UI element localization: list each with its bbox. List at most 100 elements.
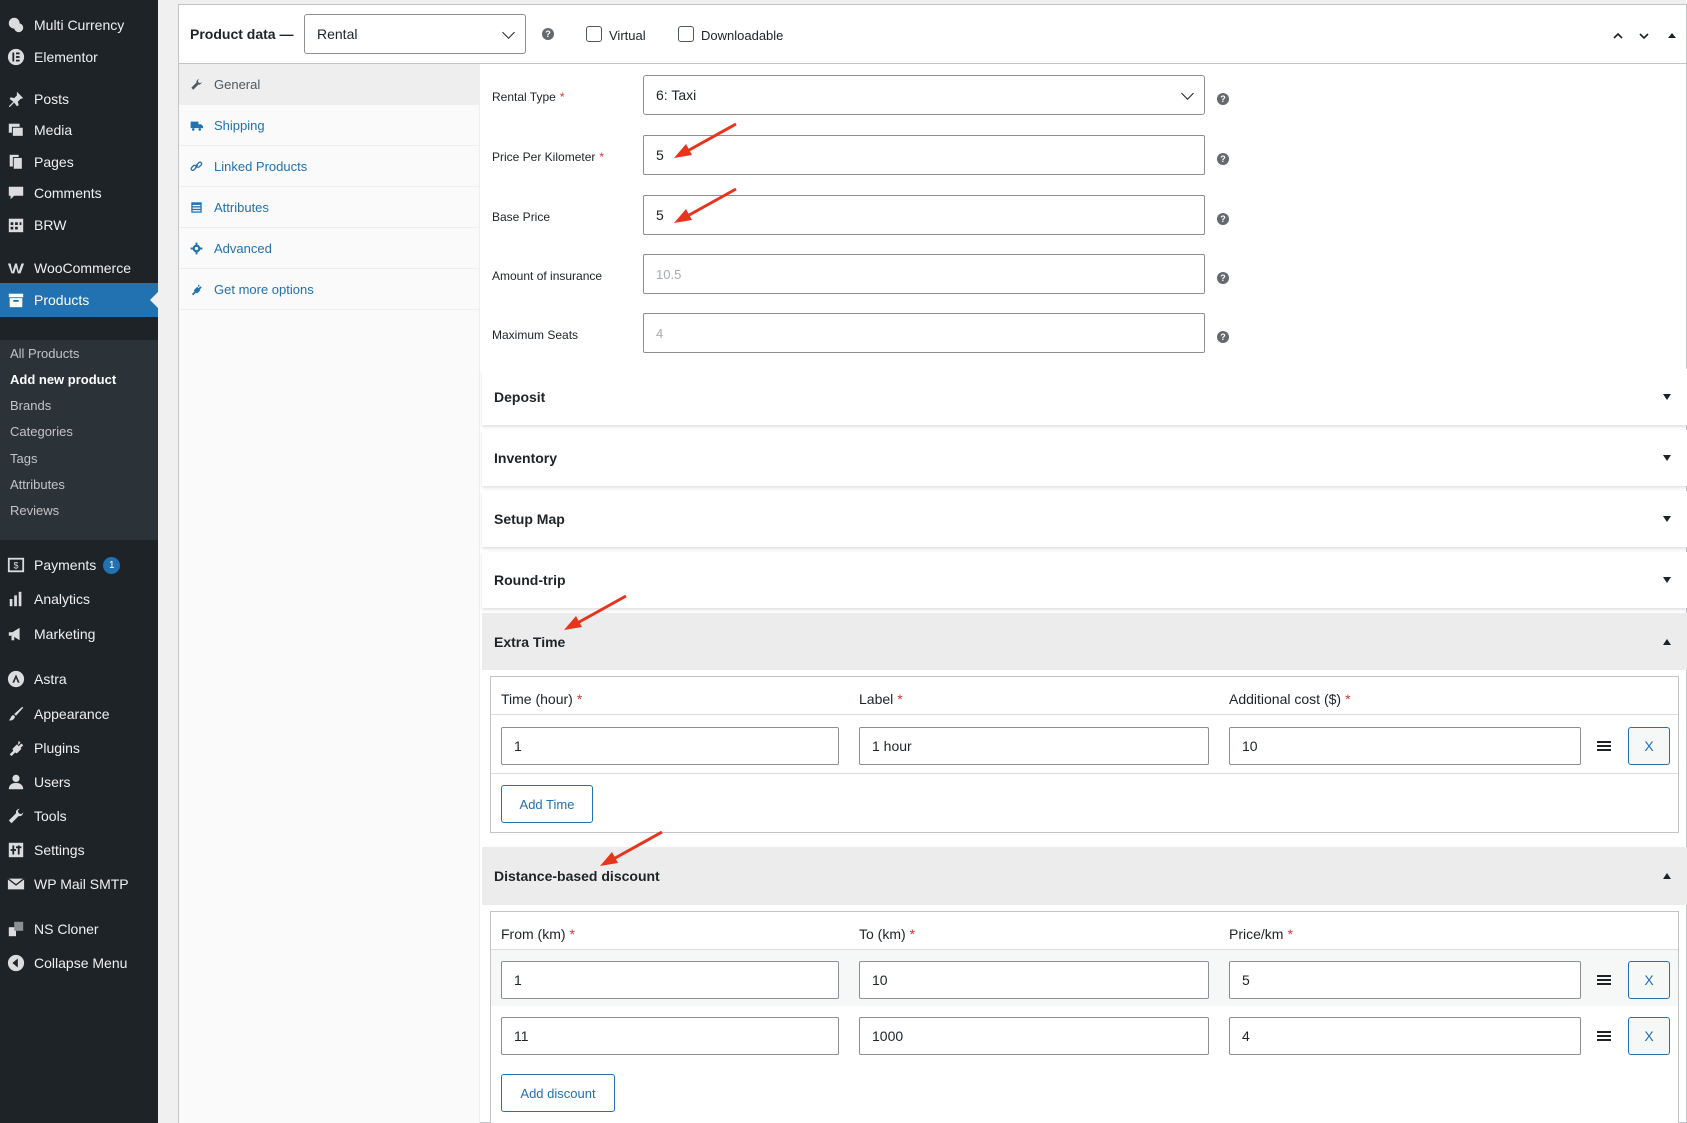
move-up-icon[interactable] [1613, 31, 1623, 41]
menu-ns-cloner[interactable]: NS Cloner [0, 912, 158, 946]
section-extra-time[interactable]: Extra Time [482, 613, 1687, 670]
tab-shipping[interactable]: Shipping [179, 105, 480, 146]
menu-comments[interactable]: Comments [0, 176, 158, 210]
section-setup-map[interactable]: Setup Map [482, 491, 1687, 547]
additional-cost-input[interactable]: 10 [1229, 727, 1581, 765]
menu-payments[interactable]: $ Payments 1 [0, 548, 158, 582]
price-km-input[interactable]: 4 [1229, 1017, 1581, 1055]
move-down-icon[interactable] [1639, 31, 1649, 41]
menu-label: Astra [34, 671, 67, 687]
tab-label: Get more options [214, 281, 314, 297]
menu-wp-mail-smtp[interactable]: WP Mail SMTP [0, 867, 158, 901]
drag-handle-icon[interactable] [1597, 975, 1611, 985]
caret-down-icon [1663, 394, 1671, 400]
comments-icon [6, 183, 26, 203]
user-icon [6, 772, 26, 792]
menu-analytics[interactable]: Analytics [0, 582, 158, 616]
from-km-input[interactable]: 11 [501, 1017, 839, 1055]
downloadable-checkbox[interactable] [678, 26, 694, 42]
submenu-categories[interactable]: Categories [10, 424, 73, 439]
col-header-text: To (km) [859, 926, 906, 942]
menu-media[interactable]: Media [0, 113, 158, 147]
add-discount-button[interactable]: Add discount [501, 1074, 615, 1112]
caret-down-icon [1663, 455, 1671, 461]
menu-collapse[interactable]: Collapse Menu [0, 946, 158, 980]
menu-marketing[interactable]: Marketing [0, 617, 158, 651]
virtual-label: Virtual [609, 28, 646, 43]
chevron-down-icon [1181, 87, 1194, 100]
menu-posts[interactable]: Posts [0, 82, 158, 116]
menu-brw[interactable]: BRW [0, 208, 158, 242]
wrench-icon [6, 806, 26, 826]
submenu-add-new-product[interactable]: Add new product [10, 372, 116, 387]
menu-plugins[interactable]: Plugins [0, 731, 158, 765]
section-title: Setup Map [494, 511, 565, 527]
payments-icon: $ [6, 555, 26, 575]
downloadable-label: Downloadable [701, 28, 784, 43]
menu-products[interactable]: Products [0, 283, 158, 317]
submenu-tags[interactable]: Tags [10, 451, 37, 466]
section-inventory[interactable]: Inventory [482, 430, 1687, 486]
menu-users[interactable]: Users [0, 765, 158, 799]
virtual-checkbox[interactable] [586, 26, 602, 42]
pin-icon [6, 89, 26, 109]
base-price-input[interactable]: 5 [643, 195, 1205, 235]
col-header-text: Price/km [1229, 926, 1284, 942]
tab-attributes[interactable]: Attributes [179, 187, 480, 228]
from-km-input[interactable]: 1 [501, 961, 839, 999]
submenu-all-products[interactable]: All Products [10, 346, 79, 361]
menu-woocommerce[interactable]: WooCommerce [0, 251, 158, 285]
col-header-time: Time (hour) * [501, 691, 582, 707]
insurance-label: Amount of insurance [492, 269, 603, 283]
elementor-icon [6, 47, 26, 67]
caret-down-icon [1663, 577, 1671, 583]
remove-row-button[interactable]: X [1628, 961, 1670, 999]
tab-get-more-options[interactable]: Get more options [179, 269, 480, 310]
menu-label: Multi Currency [34, 17, 125, 33]
help-icon: ? [1217, 93, 1229, 105]
tab-advanced[interactable]: Advanced [179, 228, 480, 269]
product-type-select[interactable]: Rental [304, 14, 526, 54]
submenu-reviews[interactable]: Reviews [10, 503, 59, 518]
astra-icon [6, 669, 26, 689]
tab-general[interactable]: General [179, 64, 480, 105]
add-time-button[interactable]: Add Time [501, 785, 593, 823]
cloner-icon [6, 919, 26, 939]
remove-row-button[interactable]: X [1628, 1017, 1670, 1055]
menu-pages[interactable]: Pages [0, 145, 158, 179]
rental-type-select[interactable]: 6: Taxi [643, 75, 1205, 115]
price-per-km-input[interactable]: 5 [643, 135, 1205, 175]
label-input[interactable]: 1 hour [859, 727, 1209, 765]
toggle-panel-icon[interactable] [1667, 31, 1677, 41]
submenu-attributes[interactable]: Attributes [10, 477, 65, 492]
menu-astra[interactable]: Astra [0, 662, 158, 696]
help-icon: ? [542, 28, 554, 40]
gear-icon [190, 242, 204, 255]
insurance-input[interactable]: 10.5 [643, 254, 1205, 294]
menu-elementor[interactable]: Elementor [0, 40, 158, 74]
max-seats-input[interactable]: 4 [643, 313, 1205, 353]
to-km-input[interactable]: 1000 [859, 1017, 1209, 1055]
time-input[interactable]: 1 [501, 727, 839, 765]
col-header-additional-cost: Additional cost ($) * [1229, 691, 1351, 707]
tab-linked-products[interactable]: Linked Products [179, 146, 480, 187]
link-icon [190, 160, 204, 173]
menu-tools[interactable]: Tools [0, 799, 158, 833]
menu-label: WooCommerce [34, 260, 131, 276]
table-icon [190, 201, 204, 214]
menu-settings[interactable]: Settings [0, 833, 158, 867]
to-km-input[interactable]: 10 [859, 961, 1209, 999]
section-round-trip[interactable]: Round-trip [482, 552, 1687, 608]
price-km-input[interactable]: 5 [1229, 961, 1581, 999]
section-distance-discount[interactable]: Distance-based discount [482, 847, 1687, 905]
drag-handle-icon[interactable] [1597, 741, 1611, 751]
section-deposit[interactable]: Deposit [482, 369, 1687, 425]
submenu-brands[interactable]: Brands [10, 398, 51, 413]
remove-row-button[interactable]: X [1628, 727, 1670, 765]
menu-appearance[interactable]: Appearance [0, 697, 158, 731]
menu-label: Pages [34, 154, 74, 170]
menu-multi-currency[interactable]: Multi Currency [0, 8, 158, 42]
section-title: Inventory [494, 450, 558, 466]
menu-label: Tools [34, 808, 67, 824]
drag-handle-icon[interactable] [1597, 1031, 1611, 1041]
